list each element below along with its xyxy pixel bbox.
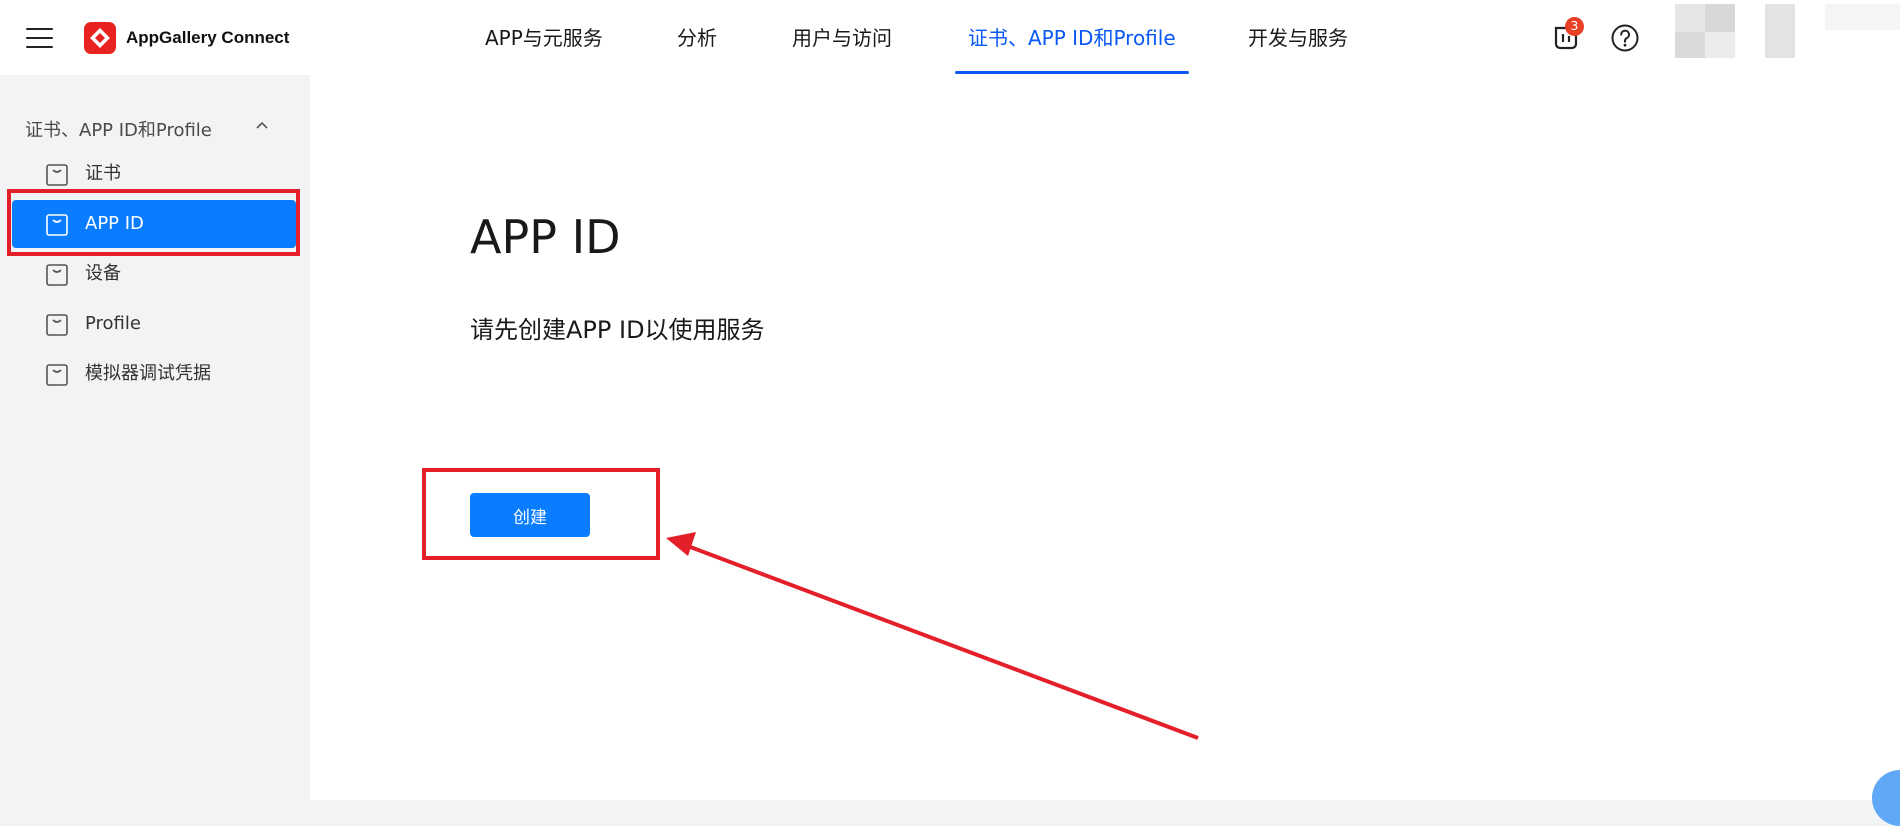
empty-state-description: 请先创建APP ID以使用服务: [470, 316, 765, 344]
sidebar-item-emulator-debug-credentials[interactable]: 模拟器调试凭据: [10, 350, 294, 398]
chevron-up-icon[interactable]: [255, 120, 269, 130]
item-box-icon: [46, 214, 68, 236]
notification-count-badge: 3: [1565, 17, 1584, 36]
account-menu[interactable]: [1765, 4, 1795, 58]
sidebar-item-label: Profile: [85, 313, 141, 334]
sidebar-item-label: 模拟器调试凭据: [85, 363, 211, 384]
nav-app-and-atomic-services[interactable]: APP与元服务: [485, 0, 603, 75]
nav-development-and-services[interactable]: 开发与服务: [1248, 0, 1348, 75]
sidebar-group-title[interactable]: 证书、APP ID和Profile: [25, 116, 212, 142]
sidebar-item-devices[interactable]: 设备: [10, 250, 294, 298]
nav-analytics[interactable]: 分析: [677, 0, 717, 75]
sidebar-item-label: 设备: [85, 263, 121, 284]
sidebar-item-label: 证书: [85, 163, 121, 184]
language-switcher[interactable]: [1825, 4, 1900, 58]
item-box-icon: [46, 164, 68, 186]
nav-users-and-access[interactable]: 用户与访问: [792, 0, 892, 75]
item-box-icon: [46, 314, 68, 336]
sidebar-item-certificates[interactable]: 证书: [10, 150, 294, 198]
nav-certificates-appid-profile[interactable]: 证书、APP ID和Profile: [955, 0, 1189, 75]
sidebar-item-app-id[interactable]: APP ID: [12, 200, 296, 248]
item-box-icon: [46, 264, 68, 286]
user-avatar[interactable]: [1675, 4, 1735, 58]
main-content: [310, 75, 1900, 800]
brand-name: AppGallery Connect: [126, 28, 290, 47]
help-circle-icon[interactable]: [1609, 22, 1641, 54]
item-box-icon: [46, 364, 68, 386]
page-title: APP ID: [470, 210, 621, 264]
sidebar-item-profile[interactable]: Profile: [10, 300, 294, 348]
app-logo[interactable]: AppGallery Connect: [84, 22, 289, 54]
sidebar-item-label: APP ID: [85, 213, 144, 234]
hamburger-menu-icon[interactable]: [26, 26, 54, 48]
top-bar: AppGallery Connect APP与元服务 分析 用户与访问 证书、A…: [0, 0, 1900, 75]
huawei-appgallery-logo-icon: [84, 22, 116, 54]
create-button[interactable]: 创建: [470, 493, 590, 537]
